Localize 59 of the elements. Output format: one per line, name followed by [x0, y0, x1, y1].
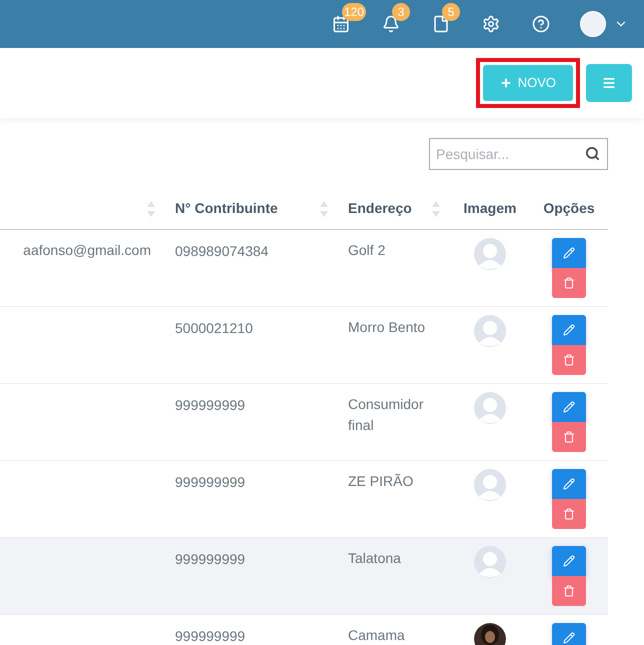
delete-button[interactable]: [552, 422, 586, 452]
edit-button[interactable]: [552, 623, 586, 645]
new-button[interactable]: NOVO: [482, 65, 573, 101]
pencil-icon: [563, 555, 575, 567]
edit-button[interactable]: [552, 546, 586, 576]
delete-button[interactable]: [552, 576, 586, 606]
delete-button[interactable]: [552, 345, 586, 375]
avatar-placeholder-icon: [474, 469, 506, 501]
calendar-icon: [332, 15, 350, 33]
count-badge: 120: [342, 3, 366, 21]
search-field[interactable]: Pesquisar...: [429, 138, 608, 170]
trash-icon: [563, 508, 575, 520]
pencil-icon: [563, 324, 575, 336]
count-badge: 5: [442, 3, 460, 21]
pencil-icon: [563, 247, 575, 259]
trash-icon: [563, 585, 575, 597]
table-cell-text: Golf 2: [348, 241, 386, 260]
menu-icon: [602, 76, 616, 90]
avatar-placeholder-icon: [474, 238, 506, 270]
trash-icon: [563, 277, 575, 289]
pencil-icon: [563, 401, 575, 413]
table-cell: 999999999: [175, 628, 246, 644]
count-badge: 3: [392, 3, 410, 21]
column-header: Opções: [543, 199, 595, 218]
table-cell-text: aafonso@gmail.com: [23, 241, 151, 260]
table-cell-text: Camama: [348, 626, 406, 645]
column-header: Imagem: [464, 199, 516, 218]
table-cell: 999999999: [175, 551, 246, 567]
table-cell-text: Talatona: [348, 549, 402, 568]
table-cell-text: Morro Bento: [348, 318, 426, 337]
user-avatar[interactable]: [580, 11, 606, 37]
bell-icon: [382, 15, 400, 33]
plus-icon: [500, 77, 512, 89]
column-header: Endereço: [348, 199, 412, 218]
table-cell: 999999999: [175, 397, 246, 413]
delete-button[interactable]: [552, 268, 586, 298]
delete-button[interactable]: [552, 499, 586, 529]
table-cell-text: ZE PIRÃO: [348, 472, 414, 491]
table-cell: 5000021210: [175, 320, 253, 336]
column-header: N° Contribuinte: [175, 199, 278, 218]
table-cell: 999999999: [175, 474, 246, 490]
table-cell-text: Consumidor final: [348, 395, 424, 435]
edit-button[interactable]: [552, 392, 586, 422]
edit-button[interactable]: [552, 469, 586, 499]
avatar-placeholder-icon: [474, 315, 506, 347]
edit-button[interactable]: [552, 315, 586, 345]
document-icon: [432, 15, 450, 33]
menu-button[interactable]: [586, 64, 632, 102]
avatar-placeholder-icon: [474, 546, 506, 578]
help-icon[interactable]: [532, 15, 550, 33]
trash-icon: [563, 431, 575, 443]
avatar-placeholder-icon: [474, 392, 506, 424]
edit-button[interactable]: [552, 238, 586, 268]
pencil-icon: [563, 478, 575, 490]
pencil-icon: [563, 632, 575, 644]
trash-icon: [563, 354, 575, 366]
search-icon[interactable]: [585, 146, 600, 161]
table-cell: 098989074384: [175, 243, 268, 259]
settings-icon[interactable]: [482, 15, 500, 33]
